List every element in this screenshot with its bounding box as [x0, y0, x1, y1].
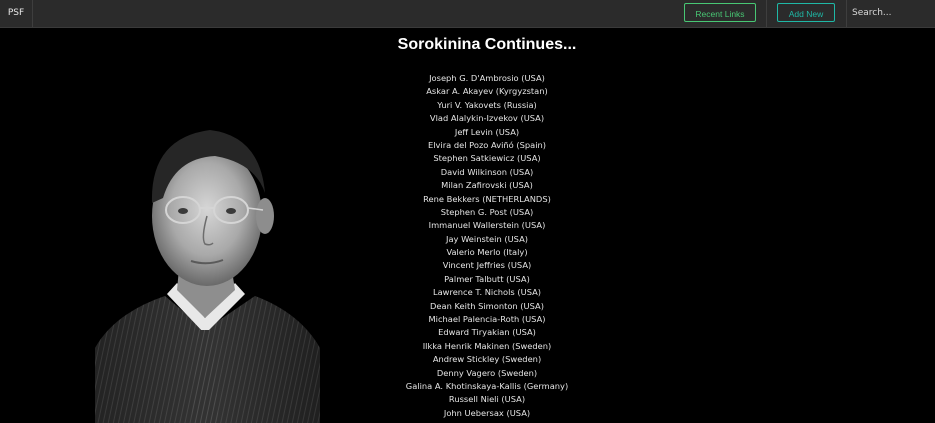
contributor-name: Askar A. Akayev (Kyrgyzstan) [426, 86, 548, 97]
main-content: Sorokinina Continues... Joseph G. D'Ambr… [0, 28, 935, 423]
contributor-name: Denny Vagero (Sweden) [436, 367, 538, 378]
contributor-name: Stephen Satkiewicz (USA) [433, 153, 541, 164]
contributor-name: Jay Weinstein (USA) [446, 233, 528, 244]
contributor-name: Elvira del Pozo Aviñó (Spain) [427, 139, 547, 150]
brand-logo[interactable]: PSF [0, 0, 33, 27]
contributor-name: Jeff Levin (USA) [454, 126, 520, 137]
navbar-divider [766, 0, 767, 27]
contributor-name: Immanuel Wallerstein (USA) [428, 220, 546, 231]
contributor-name: Joseph G. D'Ambrosio (USA) [429, 73, 545, 83]
contributor-name: Valerio Merlo (Italy) [446, 247, 528, 258]
search-input[interactable] [848, 4, 935, 22]
contributor-name: John Uebersax (USA) [443, 407, 531, 418]
page-title: Sorokinina Continues... [397, 36, 577, 53]
recent-links-button[interactable]: Recent Links [684, 3, 756, 22]
add-new-button[interactable]: Add New [777, 3, 835, 22]
contributor-name: Edward Tiryakian (USA) [438, 327, 536, 338]
navbar-divider [846, 0, 847, 27]
contributor-name: Russell Nieli (USA) [448, 394, 526, 405]
contributor-name: Dean Keith Simonton (USA) [430, 300, 544, 311]
contributor-name: David Wilkinson (USA) [440, 166, 534, 177]
contributor-name: Galina A. Khotinskaya-Kallis (Germany) [405, 380, 569, 391]
contributor-name: Milan Zafirovski (USA) [441, 180, 533, 191]
contributor-name: Palmer Talbutt (USA) [444, 273, 530, 284]
contributor-name: Vincent Jeffries (USA) [442, 260, 532, 271]
contributor-name: Yuri V. Yakovets (Russia) [437, 99, 537, 110]
top-navbar: PSF Recent Links Add New [0, 0, 935, 28]
contributor-name: Michael Palencia-Roth (USA) [428, 314, 546, 325]
portrait-photo [95, 130, 320, 423]
contributor-name: Stephen G. Post (USA) [440, 206, 534, 217]
contributor-name: Andrew Stickley (Sweden) [432, 354, 542, 365]
contributor-name: Vlad Alalykin-Izvekov (USA) [429, 113, 545, 124]
contributor-name: Rene Bekkers (NETHERLANDS) [423, 193, 551, 204]
contributor-list: Joseph G. D'Ambrosio (USA) Askar A. Akaye… [337, 72, 637, 420]
contributor-name: Lawrence T. Nichols (USA) [432, 287, 542, 298]
contributor-name: Ilkka Henrik Makinen (Sweden) [422, 340, 552, 351]
